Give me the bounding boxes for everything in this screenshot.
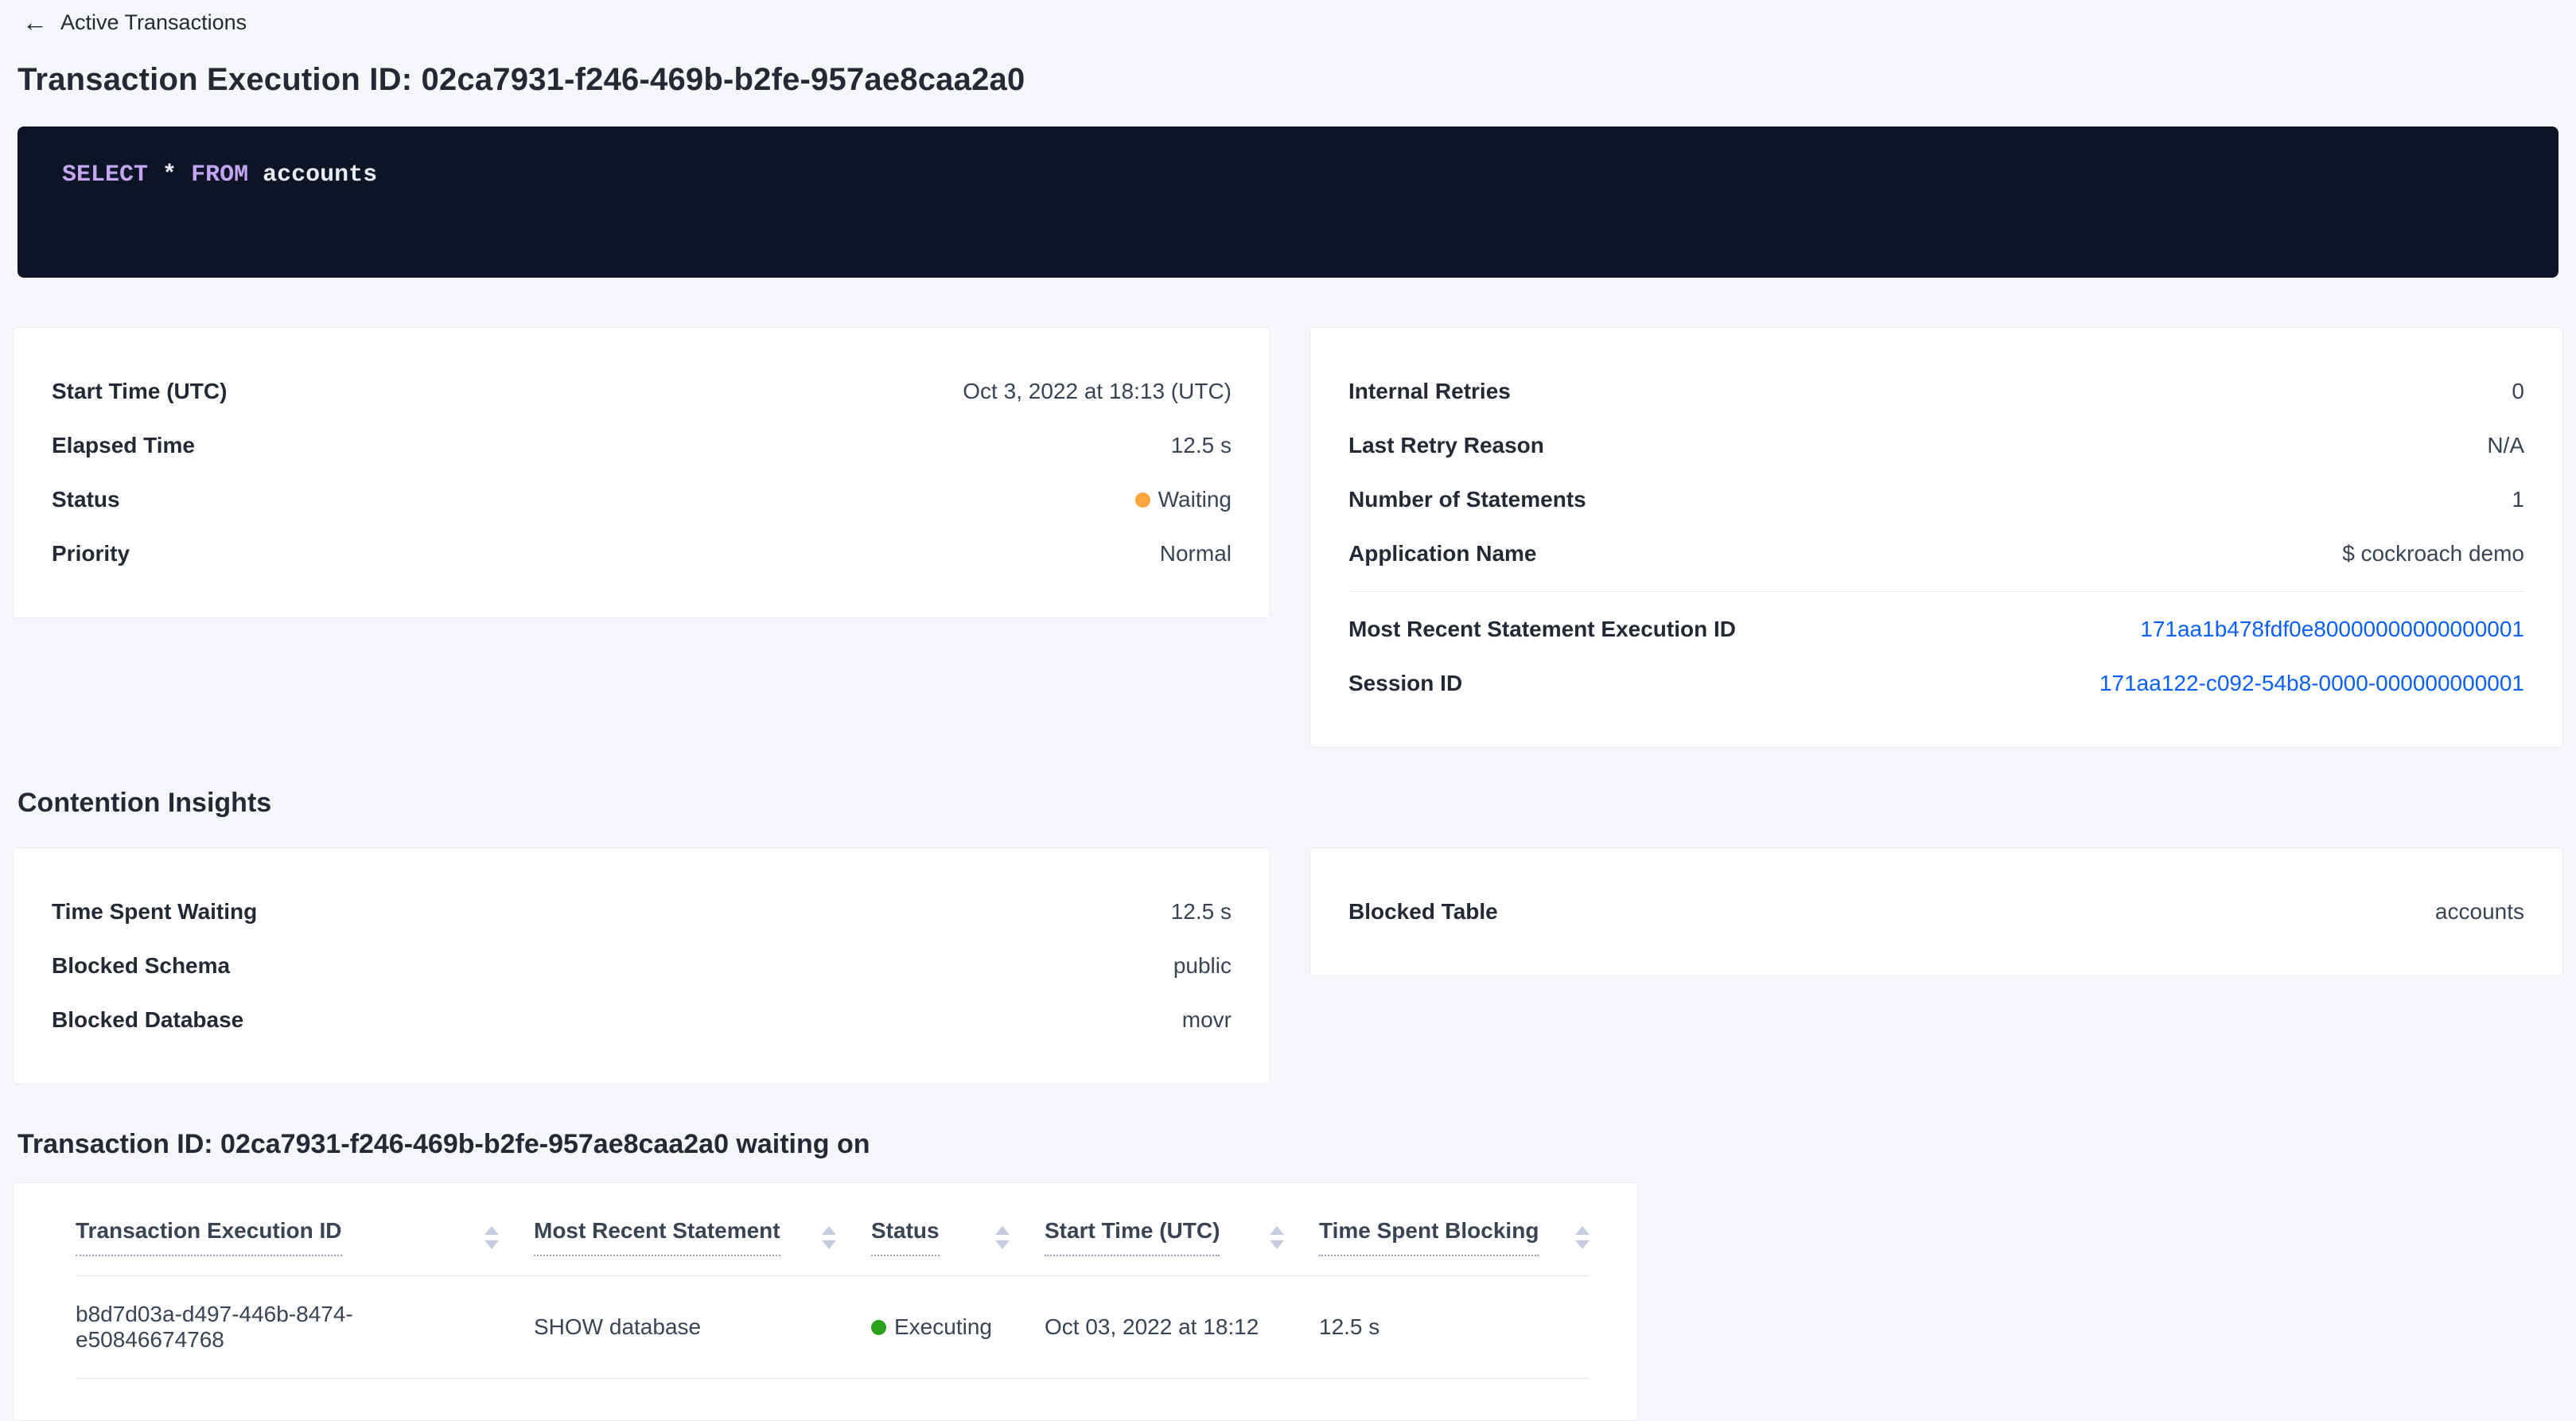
session-id-link[interactable]: 171aa122-c092-54b8-0000-000000000001 (2099, 671, 2524, 696)
column-header-start-time[interactable]: Start Time (UTC) (1045, 1218, 1319, 1275)
column-header-most-recent-statement[interactable]: Most Recent Statement (534, 1218, 871, 1275)
internal-retries-row: Internal Retries 0 (1348, 364, 2524, 419)
priority-row: Priority Normal (52, 527, 1232, 581)
last-retry-reason-value: N/A (2487, 433, 2524, 458)
breadcrumb-label: Active Transactions (60, 10, 247, 35)
transaction-details-page: ← Active Transactions Transaction Execut… (0, 0, 2576, 1365)
statement-execution-id-label: Most Recent Statement Execution ID (1348, 617, 1736, 642)
summary-cards-row: Start Time (UTC) Oct 3, 2022 at 18:13 (U… (13, 327, 2563, 748)
session-id-row: Session ID 171aa122-c092-54b8-0000-00000… (1348, 656, 2524, 710)
column-header-label: Time Spent Blocking (1319, 1218, 1539, 1256)
overview-card: Start Time (UTC) Oct 3, 2022 at 18:13 (U… (13, 327, 1270, 618)
priority-label: Priority (52, 541, 130, 566)
application-name-value: $ cockroach demo (2342, 541, 2524, 566)
number-of-statements-label: Number of Statements (1348, 487, 1586, 512)
contention-insights-heading: Contention Insights (18, 788, 2563, 819)
sql-statement-box: SELECT * FROM accounts (18, 127, 2558, 278)
sort-icon[interactable] (822, 1226, 836, 1249)
sort-icon[interactable] (484, 1226, 499, 1249)
waiting-on-table-card: Transaction Execution ID Most Recent Sta… (13, 1182, 1638, 1421)
application-name-label: Application Name (1348, 541, 1536, 566)
waiting-status-dot-icon (1135, 492, 1150, 508)
blocked-database-row: Blocked Database movr (52, 993, 1232, 1047)
blocked-schema-value: public (1173, 953, 1232, 979)
start-time-row: Start Time (UTC) Oct 3, 2022 at 18:13 (U… (52, 364, 1232, 419)
cell-time-spent-blocking: 12.5 s (1319, 1276, 1590, 1378)
last-retry-reason-row: Last Retry Reason N/A (1348, 419, 2524, 473)
blocked-table-row: Blocked Table accounts (1348, 885, 2524, 939)
column-header-label: Most Recent Statement (534, 1218, 780, 1256)
blocked-table-value: accounts (2435, 899, 2524, 925)
sql-star: * (162, 162, 177, 189)
blocked-database-label: Blocked Database (52, 1007, 243, 1033)
blocked-schema-row: Blocked Schema public (52, 939, 1232, 993)
sql-keyword-select: SELECT (62, 162, 148, 189)
column-header-label: Status (871, 1218, 940, 1256)
waiting-on-heading: Transaction ID: 02ca7931-f246-469b-b2fe-… (18, 1129, 2563, 1160)
status-value: Waiting (1158, 487, 1232, 512)
start-time-label: Start Time (UTC) (52, 379, 227, 404)
cell-transaction-execution-id: b8d7d03a-d497-446b-8474-e50846674768 (76, 1276, 534, 1378)
time-spent-waiting-row: Time Spent Waiting 12.5 s (52, 885, 1232, 939)
contention-left-card: Time Spent Waiting 12.5 s Blocked Schema… (13, 847, 1270, 1084)
time-spent-waiting-label: Time Spent Waiting (52, 899, 257, 925)
contention-right-card: Blocked Table accounts (1309, 847, 2563, 976)
elapsed-time-value: 12.5 s (1171, 433, 1232, 458)
cell-status-text: Executing (894, 1314, 992, 1340)
column-header-status[interactable]: Status (871, 1218, 1045, 1275)
column-header-label: Transaction Execution ID (76, 1218, 342, 1256)
blocked-database-value: movr (1182, 1007, 1232, 1033)
priority-value: Normal (1160, 541, 1232, 566)
internal-retries-label: Internal Retries (1348, 379, 1511, 404)
blocked-schema-label: Blocked Schema (52, 953, 230, 979)
cell-status: Executing (871, 1276, 1045, 1378)
last-retry-reason-label: Last Retry Reason (1348, 433, 1544, 458)
column-header-label: Start Time (UTC) (1045, 1218, 1220, 1256)
arrow-left-icon: ← (22, 10, 48, 35)
sql-table-name: accounts (263, 162, 377, 189)
executing-status-dot-icon (871, 1320, 886, 1335)
page-title: Transaction Execution ID: 02ca7931-f246-… (18, 62, 2563, 98)
application-name-row: Application Name $ cockroach demo (1348, 527, 2524, 581)
waiting-on-table-header: Transaction Execution ID Most Recent Sta… (76, 1183, 1590, 1276)
back-to-active-transactions[interactable]: ← Active Transactions (22, 0, 2563, 35)
elapsed-time-label: Elapsed Time (52, 433, 195, 458)
statement-execution-id-row: Most Recent Statement Execution ID 171aa… (1348, 602, 2524, 656)
number-of-statements-value: 1 (2512, 487, 2524, 512)
start-time-value: Oct 3, 2022 at 18:13 (UTC) (963, 379, 1232, 404)
sort-icon[interactable] (1575, 1226, 1590, 1249)
internal-retries-value: 0 (2512, 379, 2524, 404)
status-label: Status (52, 487, 120, 512)
card-divider (1348, 591, 2524, 592)
blocked-table-label: Blocked Table (1348, 899, 1498, 925)
statement-execution-id-link[interactable]: 171aa1b478fdf0e80000000000000001 (2140, 617, 2524, 642)
column-header-time-spent-blocking[interactable]: Time Spent Blocking (1319, 1218, 1590, 1275)
session-id-label: Session ID (1348, 671, 1462, 696)
status-row: Status Waiting (52, 473, 1232, 527)
cell-most-recent-statement: SHOW database (534, 1276, 871, 1378)
sort-icon[interactable] (995, 1226, 1010, 1249)
contention-cards-row: Time Spent Waiting 12.5 s Blocked Schema… (13, 847, 2563, 1084)
column-header-transaction-execution-id[interactable]: Transaction Execution ID (76, 1218, 534, 1275)
number-of-statements-row: Number of Statements 1 (1348, 473, 2524, 527)
cell-start-time: Oct 03, 2022 at 18:12 (1045, 1276, 1319, 1378)
details-card: Internal Retries 0 Last Retry Reason N/A… (1309, 327, 2563, 748)
time-spent-waiting-value: 12.5 s (1171, 899, 1232, 925)
sort-icon[interactable] (1270, 1226, 1284, 1249)
status-value-cell: Waiting (1135, 487, 1232, 512)
sql-keyword-from: FROM (191, 162, 248, 189)
elapsed-time-row: Elapsed Time 12.5 s (52, 419, 1232, 473)
table-row: b8d7d03a-d497-446b-8474-e50846674768 SHO… (76, 1276, 1590, 1379)
